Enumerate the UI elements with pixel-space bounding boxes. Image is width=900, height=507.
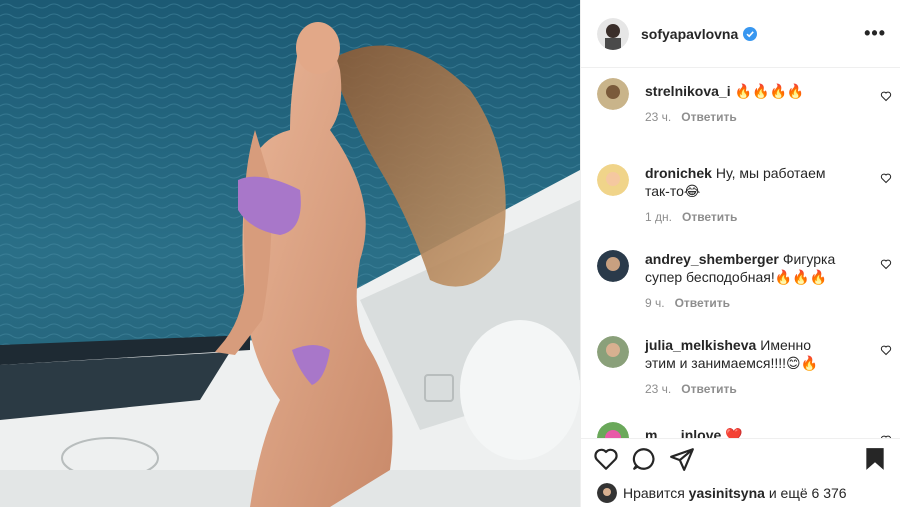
commenter-avatar[interactable] xyxy=(597,422,629,438)
liker-username[interactable]: yasinitsyna xyxy=(689,485,765,501)
likes-prefix: Нравится xyxy=(623,485,685,501)
comment: m___inlove ❤️ xyxy=(581,420,900,438)
likes-summary: Нравится yasinitsyna и ещё 6 376 xyxy=(581,479,900,507)
reply-button[interactable]: Ответить xyxy=(682,210,737,224)
commenter-avatar[interactable] xyxy=(597,164,629,196)
comment-text: 🔥🔥🔥🔥 xyxy=(734,83,805,99)
commenter-username[interactable]: andrey_shemberger xyxy=(645,251,779,267)
comment-like-icon[interactable] xyxy=(880,90,892,102)
comment: dronichek Ну, мы работаем так-то😂 1 дн. От… xyxy=(581,162,900,248)
commenter-avatar[interactable] xyxy=(597,78,629,110)
reply-button[interactable]: Ответить xyxy=(681,110,736,124)
like-heart-icon[interactable] xyxy=(593,446,619,472)
liker-avatar[interactable] xyxy=(597,483,617,503)
comments-list: strelnikova_i 🔥🔥🔥🔥 23 ч. Ответить droniche… xyxy=(581,68,900,438)
comment-time: 23 ч. xyxy=(645,382,672,396)
post-side-panel: sofyapavlovna ••• strelnikova_i 🔥🔥🔥🔥 23 ч… xyxy=(580,0,900,507)
comment-bubble-icon[interactable] xyxy=(631,446,657,472)
reply-button[interactable]: Ответить xyxy=(675,296,730,310)
commenter-username[interactable]: m___inlove xyxy=(645,427,721,438)
post-actions-bar xyxy=(581,438,900,479)
author-username[interactable]: sofyapavlovna xyxy=(641,26,738,42)
comment-time: 9 ч. xyxy=(645,296,665,310)
comment: andrey_shemberger Фигурка супер бесподобн… xyxy=(581,248,900,334)
bookmark-save-icon[interactable] xyxy=(862,446,888,472)
comment-like-icon[interactable] xyxy=(880,434,892,438)
comment-like-icon[interactable] xyxy=(880,344,892,356)
likes-count[interactable]: и ещё 6 376 xyxy=(769,485,847,501)
comment-time: 23 ч. xyxy=(645,110,672,124)
verified-badge-icon xyxy=(743,26,758,41)
comment: strelnikova_i 🔥🔥🔥🔥 23 ч. Ответить xyxy=(581,76,900,162)
comment: julia_melkisheva Именно этим и занимаемся… xyxy=(581,334,900,420)
comment-text: ❤️ xyxy=(725,427,743,438)
reply-button[interactable]: Ответить xyxy=(681,382,736,396)
comment-time: 1 дн. xyxy=(645,210,672,224)
post-header: sofyapavlovna ••• xyxy=(581,0,900,68)
comment-like-icon[interactable] xyxy=(880,258,892,270)
post-photo[interactable] xyxy=(0,0,580,507)
commenter-username[interactable]: strelnikova_i xyxy=(645,83,731,99)
commenter-username[interactable]: dronichek xyxy=(645,165,712,181)
share-send-icon[interactable] xyxy=(669,446,695,472)
instagram-post: sofyapavlovna ••• strelnikova_i 🔥🔥🔥🔥 23 ч… xyxy=(0,0,900,507)
commenter-avatar[interactable] xyxy=(597,250,629,282)
author-avatar[interactable] xyxy=(597,17,629,50)
post-image xyxy=(0,0,580,507)
commenter-avatar[interactable] xyxy=(597,336,629,368)
commenter-username[interactable]: julia_melkisheva xyxy=(645,337,756,353)
comment-like-icon[interactable] xyxy=(880,172,892,184)
more-options-icon[interactable]: ••• xyxy=(864,23,886,44)
